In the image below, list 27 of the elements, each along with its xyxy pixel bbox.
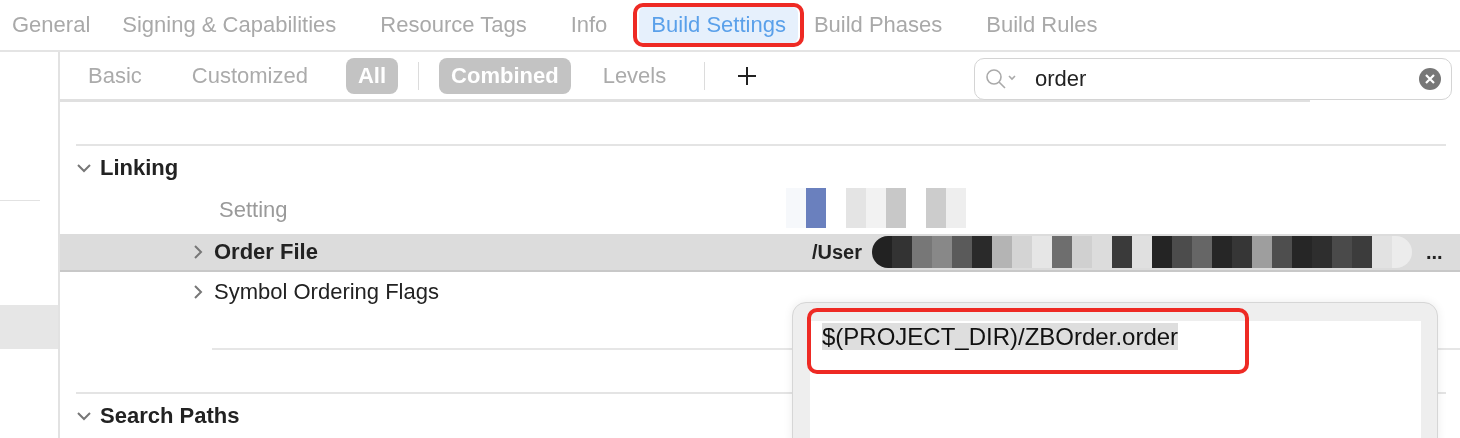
tab[interactable]: General — [0, 7, 103, 43]
filter-segment[interactable]: Basic — [76, 57, 154, 94]
tab[interactable]: Signing & Capabilities — [110, 7, 349, 43]
setting-name: Symbol Ordering Flags — [214, 279, 439, 305]
setting-name: Order File — [214, 239, 318, 265]
column-header: Setting — [219, 197, 288, 223]
search-field[interactable]: order — [974, 58, 1452, 100]
tab[interactable]: Build Settings — [639, 7, 798, 43]
filter-segment[interactable]: Levels — [590, 57, 679, 94]
clear-icon[interactable] — [1419, 68, 1441, 90]
filter-segment[interactable]: Customized — [179, 57, 320, 94]
setting-value: ... — [1426, 240, 1443, 264]
tab[interactable]: Resource Tags — [368, 7, 539, 43]
section-title: Search Paths — [100, 403, 240, 429]
filter-segment[interactable]: All — [345, 57, 399, 94]
tab[interactable]: Info — [558, 7, 620, 43]
tab[interactable]: Build Phases — [801, 7, 955, 43]
text-editor-field[interactable]: $(PROJECT_DIR)/ZBOrder.order — [810, 321, 1421, 438]
tab[interactable]: Build Rules — [974, 7, 1110, 43]
search-icon — [985, 68, 1019, 90]
setting-row[interactable]: Symbol Ordering Flags — [60, 274, 1460, 310]
filter-segment[interactable]: Combined — [439, 57, 571, 94]
section-title: Linking — [100, 155, 179, 181]
setting-row[interactable]: Order File /User ... — [60, 234, 1460, 272]
search-input[interactable]: order — [1033, 65, 1419, 93]
editor-text: $(PROJECT_DIR)/ZBOrder.order — [822, 323, 1179, 350]
setting-value: /User — [812, 240, 863, 264]
